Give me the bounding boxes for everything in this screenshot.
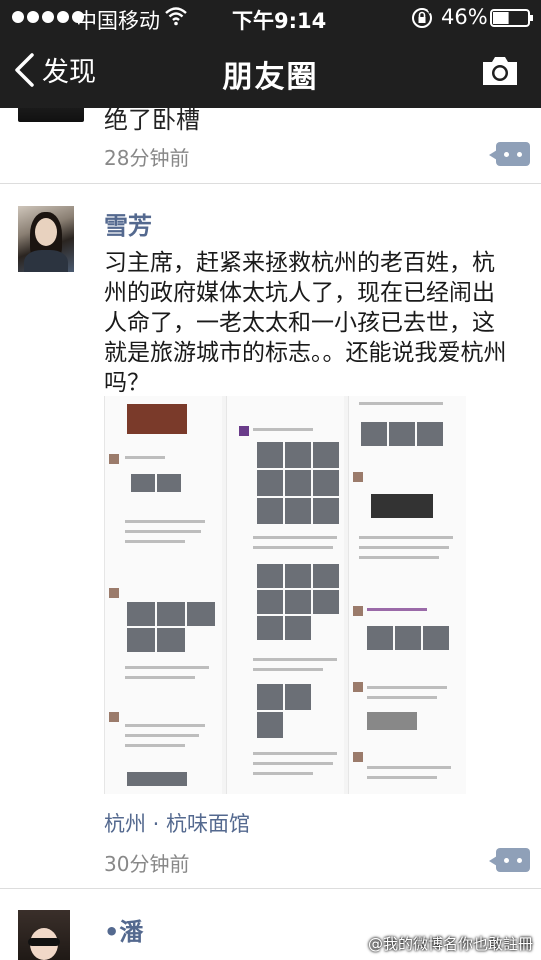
screenshot-thumbnail [226, 396, 344, 794]
status-time: 下午9:14 [232, 9, 327, 33]
previous-post: 绝了卧槽 28分钟前 [0, 108, 541, 184]
status-bar: 中国移动 下午9:14 46% [0, 0, 541, 36]
avatar[interactable] [18, 910, 70, 960]
comment-button[interactable] [489, 848, 530, 872]
post-author[interactable]: 雪芳 [104, 206, 152, 241]
carrier-name: 中国移动 [76, 9, 160, 33]
post-author[interactable]: •潘 [104, 912, 143, 947]
avatar[interactable] [18, 206, 74, 272]
page-title: 朋友圈 [222, 60, 319, 95]
post-time: 28分钟前 [104, 146, 190, 170]
screenshot-thumbnail [348, 396, 466, 794]
wifi-icon [165, 7, 187, 26]
screenshot-thumbnail [104, 396, 222, 794]
avatar[interactable] [18, 108, 84, 122]
post-image[interactable] [104, 396, 466, 794]
post-text: 绝了卧槽 [104, 108, 200, 134]
navigation-bar: 发现 朋友圈 [0, 36, 541, 108]
signal-strength-icon [12, 11, 84, 23]
watermark: @我的微博名你也敢註冊 [367, 935, 533, 953]
post-time: 30分钟前 [104, 852, 190, 876]
moment-post: 雪芳 习主席，赶紧来拯救杭州的老百姓，杭州的政府媒体太坑人了，现在已经闹出人命了… [0, 184, 541, 888]
rotation-lock-icon [412, 8, 433, 28]
app-header: 中国移动 下午9:14 46% 发现 朋友圈 [0, 0, 541, 108]
post-text: 习主席，赶紧来拯救杭州的老百姓，杭州的政府媒体太坑人了，现在已经闹出人命了，一老… [104, 250, 507, 396]
battery-icon [490, 9, 533, 27]
comment-button[interactable] [489, 142, 530, 166]
battery-percent: 46% [441, 5, 488, 29]
moments-feed[interactable]: 绝了卧槽 28分钟前 雪芳 习主席，赶紧来拯救杭州的老百姓，杭州的政府媒体太坑人… [0, 108, 541, 960]
camera-icon[interactable] [480, 54, 520, 88]
post-location[interactable]: 杭州 · 杭味面馆 [104, 808, 250, 838]
